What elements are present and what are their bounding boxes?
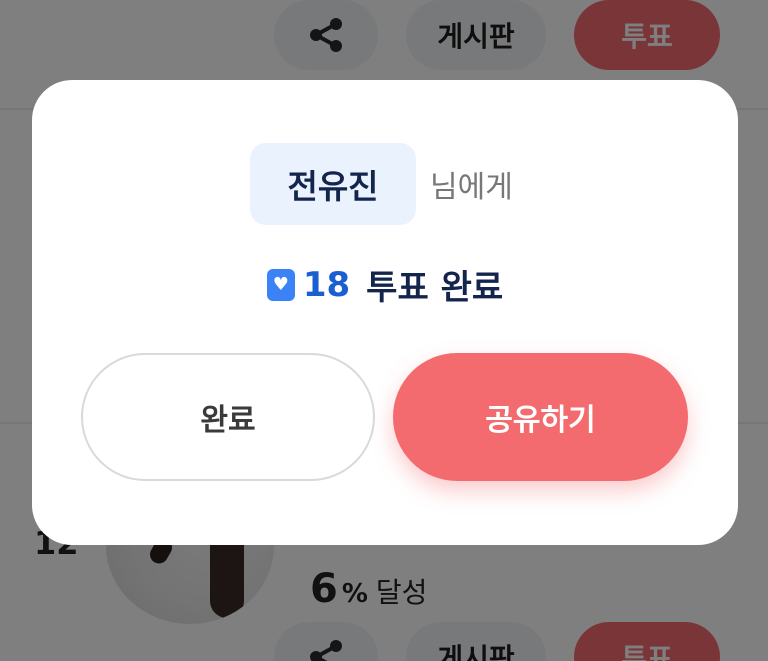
done-button[interactable]: 완료: [81, 353, 375, 481]
vote-count: 18: [302, 264, 351, 305]
vote-result: ♥ 18 투표 완료: [32, 260, 738, 309]
recipient-suffix: 님에게: [430, 170, 513, 205]
recipient-name: 전유진: [250, 143, 416, 225]
heart-icon: ♥: [266, 268, 295, 301]
vote-complete-dialog: 전유진 님에게 ♥ 18 투표 완료 완료 공유하기: [32, 80, 738, 545]
share-button[interactable]: 공유하기: [393, 353, 688, 481]
recipient-line: 전유진 님에게: [250, 143, 513, 225]
vote-complete-screen: 게시판 투표 12 6 % 달성 게시판 투표 전유진: [0, 0, 768, 661]
vote-result-label: 투표 완료: [366, 268, 504, 308]
